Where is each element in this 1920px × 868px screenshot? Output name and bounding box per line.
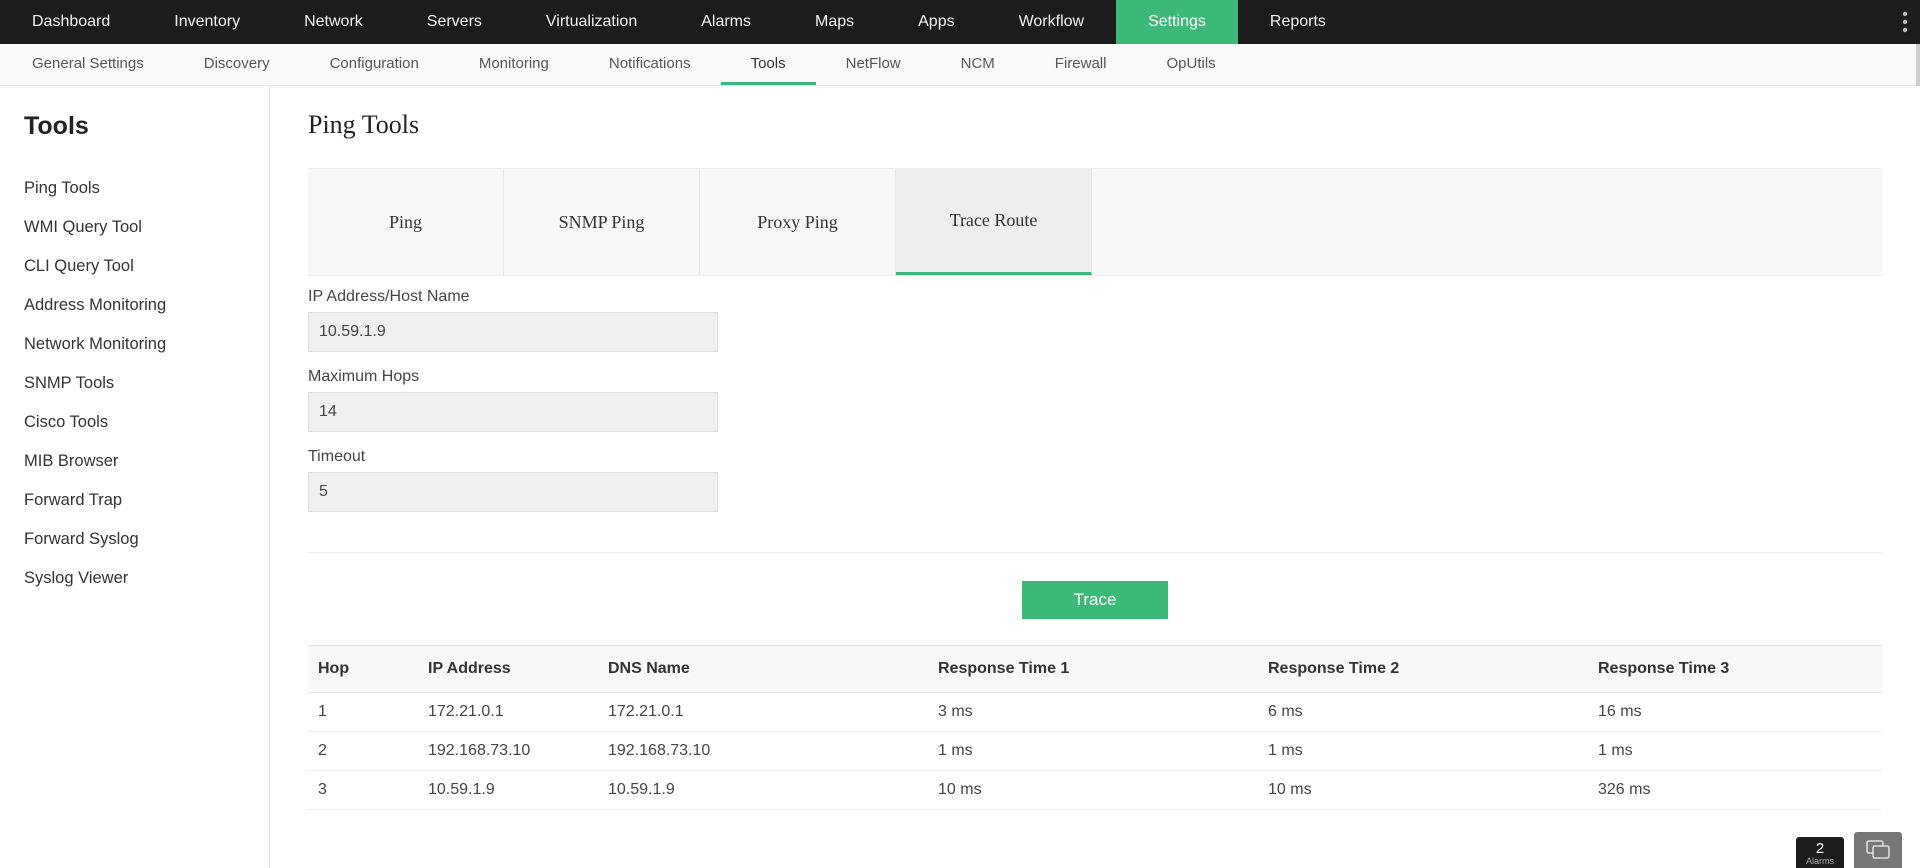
- cell-dns: 172.21.0.1: [598, 693, 928, 732]
- sidebar-item-network-monitoring[interactable]: Network Monitoring: [24, 325, 245, 364]
- cell-dns: 192.168.73.10: [598, 732, 928, 771]
- nav-reports[interactable]: Reports: [1238, 0, 1358, 44]
- sidebar-item-forward-syslog[interactable]: Forward Syslog: [24, 520, 245, 559]
- trace-button[interactable]: Trace: [1022, 581, 1168, 619]
- th-ip: IP Address: [418, 646, 598, 693]
- subnav-notifications[interactable]: Notifications: [579, 44, 721, 85]
- subnav-ncm[interactable]: NCM: [931, 44, 1025, 85]
- sidebar-item-ping-tools[interactable]: Ping Tools: [24, 169, 245, 208]
- nav-dashboard[interactable]: Dashboard: [0, 0, 142, 44]
- label-timeout: Timeout: [308, 448, 1882, 466]
- alarm-badge[interactable]: 2 Alarms: [1796, 837, 1844, 868]
- subnav-oputils[interactable]: OpUtils: [1136, 44, 1245, 85]
- trace-results-table: Hop IP Address DNS Name Response Time 1 …: [308, 645, 1882, 810]
- sidebar-item-cisco-tools[interactable]: Cisco Tools: [24, 403, 245, 442]
- subnav-tools[interactable]: Tools: [721, 44, 816, 85]
- form-divider: [308, 552, 1882, 553]
- alarm-label: Alarms: [1796, 856, 1844, 866]
- label-ip: IP Address/Host Name: [308, 288, 1882, 306]
- nav-servers[interactable]: Servers: [395, 0, 514, 44]
- nav-workflow[interactable]: Workflow: [987, 0, 1117, 44]
- nav-settings[interactable]: Settings: [1116, 0, 1238, 44]
- subnav-netflow[interactable]: NetFlow: [816, 44, 931, 85]
- subnav-discovery[interactable]: Discovery: [174, 44, 300, 85]
- field-ip: IP Address/Host Name: [308, 288, 1882, 352]
- cell-ip: 10.59.1.9: [418, 771, 598, 810]
- tab-proxy-ping[interactable]: Proxy Ping: [700, 169, 896, 275]
- alarm-count: 2: [1796, 841, 1844, 856]
- field-timeout: Timeout: [308, 448, 1882, 512]
- table-row: 1 172.21.0.1 172.21.0.1 3 ms 6 ms 16 ms: [308, 693, 1882, 732]
- cell-hop: 1: [308, 693, 418, 732]
- chat-icon: [1866, 840, 1890, 860]
- top-nav: Dashboard Inventory Network Servers Virt…: [0, 0, 1920, 44]
- nav-alarms[interactable]: Alarms: [669, 0, 783, 44]
- ping-tools-tabs: Ping SNMP Ping Proxy Ping Trace Route: [308, 168, 1882, 276]
- tab-ping[interactable]: Ping: [308, 169, 504, 275]
- sidebar-item-wmi-query-tool[interactable]: WMI Query Tool: [24, 208, 245, 247]
- th-dns: DNS Name: [598, 646, 928, 693]
- table-row: 2 192.168.73.10 192.168.73.10 1 ms 1 ms …: [308, 732, 1882, 771]
- cell-rt1: 10 ms: [928, 771, 1258, 810]
- nav-inventory[interactable]: Inventory: [142, 0, 272, 44]
- cell-rt2: 6 ms: [1258, 693, 1588, 732]
- cell-ip: 172.21.0.1: [418, 693, 598, 732]
- sidebar-item-forward-trap[interactable]: Forward Trap: [24, 481, 245, 520]
- th-rt2: Response Time 2: [1258, 646, 1588, 693]
- input-timeout[interactable]: [308, 472, 718, 512]
- subnav-general-settings[interactable]: General Settings: [0, 44, 174, 85]
- input-hops[interactable]: [308, 392, 718, 432]
- sidebar-item-syslog-viewer[interactable]: Syslog Viewer: [24, 559, 245, 598]
- cell-rt2: 10 ms: [1258, 771, 1588, 810]
- cell-rt1: 3 ms: [928, 693, 1258, 732]
- tab-snmp-ping[interactable]: SNMP Ping: [504, 169, 700, 275]
- cell-dns: 10.59.1.9: [598, 771, 928, 810]
- nav-maps[interactable]: Maps: [783, 0, 886, 44]
- th-rt1: Response Time 1: [928, 646, 1258, 693]
- cell-rt1: 1 ms: [928, 732, 1258, 771]
- label-hops: Maximum Hops: [308, 368, 1882, 386]
- table-header-row: Hop IP Address DNS Name Response Time 1 …: [308, 646, 1882, 693]
- cell-ip: 192.168.73.10: [418, 732, 598, 771]
- subnav-configuration[interactable]: Configuration: [300, 44, 449, 85]
- bottom-float: 2 Alarms: [1796, 832, 1902, 868]
- field-hops: Maximum Hops: [308, 368, 1882, 432]
- input-ip[interactable]: [308, 312, 718, 352]
- sidebar-item-address-monitoring[interactable]: Address Monitoring: [24, 286, 245, 325]
- page-title: Ping Tools: [308, 110, 1882, 140]
- tab-trace-route[interactable]: Trace Route: [896, 169, 1092, 275]
- more-vertical-icon: [1902, 11, 1908, 33]
- sub-nav: General Settings Discovery Configuration…: [0, 44, 1920, 86]
- nav-network[interactable]: Network: [272, 0, 395, 44]
- cell-rt2: 1 ms: [1258, 732, 1588, 771]
- sidebar-item-mib-browser[interactable]: MIB Browser: [24, 442, 245, 481]
- sidebar-item-cli-query-tool[interactable]: CLI Query Tool: [24, 247, 245, 286]
- sidebar-item-snmp-tools[interactable]: SNMP Tools: [24, 364, 245, 403]
- nav-virtualization[interactable]: Virtualization: [514, 0, 669, 44]
- cell-hop: 3: [308, 771, 418, 810]
- main-content: Ping Tools Ping SNMP Ping Proxy Ping Tra…: [270, 86, 1920, 868]
- cell-rt3: 16 ms: [1588, 693, 1882, 732]
- subnav-firewall[interactable]: Firewall: [1025, 44, 1137, 85]
- sidebar-title: Tools: [24, 112, 245, 141]
- chat-button[interactable]: [1854, 832, 1902, 868]
- more-menu-button[interactable]: [1902, 0, 1908, 44]
- subnav-monitoring[interactable]: Monitoring: [449, 44, 579, 85]
- th-hop: Hop: [308, 646, 418, 693]
- nav-apps[interactable]: Apps: [886, 0, 986, 44]
- table-row: 3 10.59.1.9 10.59.1.9 10 ms 10 ms 326 ms: [308, 771, 1882, 810]
- scrollbar-hint: [1916, 44, 1920, 86]
- cell-rt3: 1 ms: [1588, 732, 1882, 771]
- cell-rt3: 326 ms: [1588, 771, 1882, 810]
- cell-hop: 2: [308, 732, 418, 771]
- th-rt3: Response Time 3: [1588, 646, 1882, 693]
- sidebar: Tools Ping Tools WMI Query Tool CLI Quer…: [0, 86, 270, 868]
